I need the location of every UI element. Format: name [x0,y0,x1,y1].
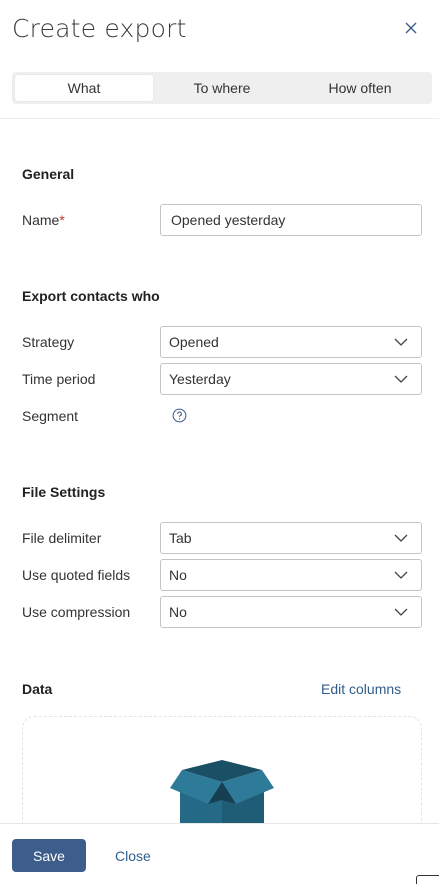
name-input[interactable]: Opened yesterday [160,204,422,236]
strategy-value: Opened [169,334,219,350]
compression-value: No [169,604,187,620]
general-heading: General [22,166,75,182]
chevron-down-icon [394,375,408,383]
name-label: Name* [22,212,65,228]
quoted-fields-value: No [169,567,187,583]
dialog-title: Create export [12,14,187,43]
required-marker: * [59,212,65,228]
tab-to-where[interactable]: To where [153,75,291,101]
close-button[interactable]: Close [115,848,151,864]
compression-select[interactable]: No [160,596,422,628]
time-period-select[interactable]: Yesterday [160,363,422,395]
file-settings-heading: File Settings [22,484,106,500]
corner-widget[interactable] [416,875,439,884]
help-icon[interactable] [172,408,187,423]
tab-bar: What To where How often [12,72,432,104]
quoted-fields-select[interactable]: No [160,559,422,591]
tab-how-often[interactable]: How often [291,75,429,101]
compression-label: Use compression [22,604,131,620]
segment-label: Segment [22,408,79,424]
name-label-text: Name [22,212,60,228]
header-divider [0,118,439,119]
file-delimiter-value: Tab [169,530,192,546]
chevron-down-icon [394,534,408,542]
time-period-label: Time period [22,371,96,387]
quoted-fields-label: Use quoted fields [22,567,131,583]
strategy-label: Strategy [22,334,75,350]
time-period-value: Yesterday [169,371,231,387]
file-delimiter-label: File delimiter [22,530,102,546]
data-heading: Data [22,681,53,697]
chevron-down-icon [394,338,408,346]
strategy-select[interactable]: Opened [160,326,422,358]
edit-columns-link[interactable]: Edit columns [321,681,401,697]
chevron-down-icon [394,571,408,579]
file-delimiter-select[interactable]: Tab [160,522,422,554]
save-button[interactable]: Save [12,839,86,872]
create-export-panel: Create export What To where How often Ge… [0,0,439,884]
tab-what[interactable]: What [15,75,153,101]
close-icon[interactable] [402,19,420,37]
footer-bar: Save Close [0,823,439,884]
export-contacts-heading: Export contacts who [22,288,160,304]
chevron-down-icon [394,608,408,616]
